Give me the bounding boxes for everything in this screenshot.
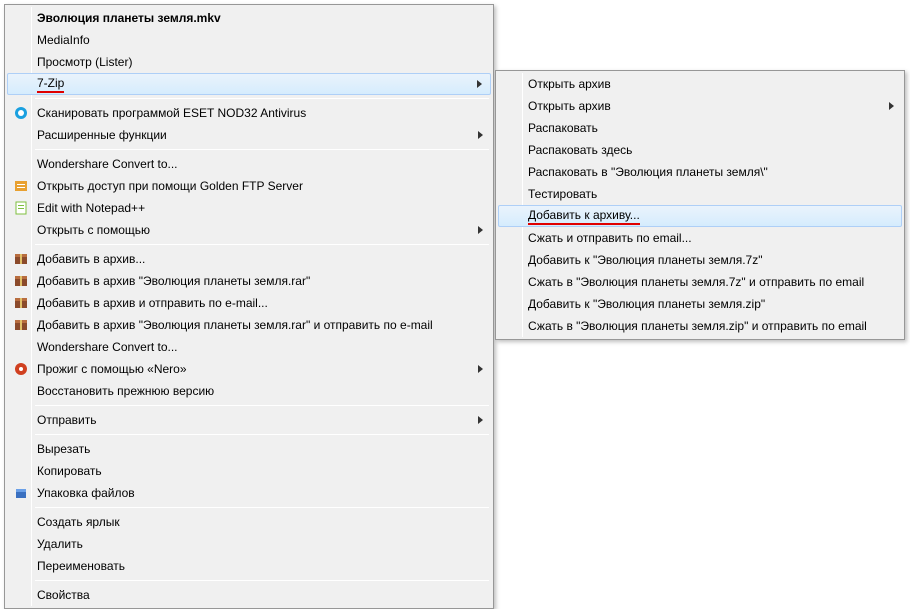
menu-item-label: 7-Zip	[37, 76, 64, 93]
winrar-icon	[13, 251, 29, 267]
submenu-arrow-icon	[478, 226, 483, 234]
menu-item-label: Восстановить прежнюю версию	[37, 384, 214, 398]
menu-item-eset-scan[interactable]: Сканировать программой ESET NOD32 Antivi…	[7, 102, 491, 124]
menu-item-label: Открыть с помощью	[37, 223, 150, 237]
menu-item-label: Свойства	[37, 588, 90, 602]
menu-item-label: Прожиг с помощью «Nero»	[37, 362, 187, 376]
menu-item-wondershare-2[interactable]: Wondershare Convert to...	[7, 336, 491, 358]
submenu-add-zip[interactable]: Добавить к "Эволюция планеты земля.zip"	[498, 293, 902, 315]
notepad-icon	[13, 200, 29, 216]
submenu-add-7z[interactable]: Добавить к "Эволюция планеты земля.7z"	[498, 249, 902, 271]
menu-item-label: Распаковать в "Эволюция планеты земля\"	[528, 165, 768, 179]
menu-item-label: MediaInfo	[37, 33, 90, 47]
submenu-arrow-icon	[889, 102, 894, 110]
submenu-add-to-archive[interactable]: Добавить к архиву...	[498, 205, 902, 227]
submenu-extract-here[interactable]: Распаковать здесь	[498, 139, 902, 161]
menu-separator	[35, 149, 489, 150]
menu-item-golden-ftp[interactable]: Открыть доступ при помощи Golden FTP Ser…	[7, 175, 491, 197]
menu-item-7zip[interactable]: 7-Zip	[7, 73, 491, 95]
menu-item-label: Открыть архив	[528, 77, 611, 91]
menu-item-label: Вырезать	[37, 442, 90, 456]
menu-item-nero[interactable]: Прожиг с помощью «Nero»	[7, 358, 491, 380]
menu-item-lister[interactable]: Просмотр (Lister)	[7, 51, 491, 73]
pack-icon	[13, 485, 29, 501]
menu-separator	[35, 434, 489, 435]
menu-item-add-archive[interactable]: Добавить в архив...	[7, 248, 491, 270]
menu-separator	[35, 507, 489, 508]
menu-item-restore-version[interactable]: Восстановить прежнюю версию	[7, 380, 491, 402]
menu-item-label: Сжать и отправить по email...	[528, 231, 692, 245]
submenu-compress-email[interactable]: Сжать и отправить по email...	[498, 227, 902, 249]
ftp-icon	[13, 178, 29, 194]
menu-item-add-archive-rar-email[interactable]: Добавить в архив "Эволюция планеты земля…	[7, 314, 491, 336]
menu-item-cut[interactable]: Вырезать	[7, 438, 491, 460]
submenu-arrow-icon	[478, 416, 483, 424]
menu-item-label: Открыть архив	[528, 99, 611, 113]
submenu-open-archive-as[interactable]: Открыть архив	[498, 95, 902, 117]
menu-title[interactable]: Эволюция планеты земля.mkv	[7, 7, 491, 29]
menu-item-label: Добавить в архив...	[37, 252, 145, 266]
menu-item-label: Добавить в архив "Эволюция планеты земля…	[37, 274, 310, 288]
menu-item-label: Сканировать программой ESET NOD32 Antivi…	[37, 106, 306, 120]
menu-item-label: Распаковать	[528, 121, 598, 135]
nero-icon	[13, 361, 29, 377]
menu-separator	[35, 405, 489, 406]
winrar-icon	[13, 273, 29, 289]
menu-item-label: Расширенные функции	[37, 128, 167, 142]
submenu-arrow-icon	[478, 131, 483, 139]
menu-item-notepadpp[interactable]: Edit with Notepad++	[7, 197, 491, 219]
menu-item-label: Добавить к "Эволюция планеты земля.7z"	[528, 253, 763, 267]
menu-title-label: Эволюция планеты земля.mkv	[37, 11, 221, 25]
menu-item-rename[interactable]: Переименовать	[7, 555, 491, 577]
submenu-extract[interactable]: Распаковать	[498, 117, 902, 139]
winrar-icon	[13, 317, 29, 333]
submenu-arrow-icon	[477, 80, 482, 88]
menu-item-create-shortcut[interactable]: Создать ярлык	[7, 511, 491, 533]
submenu-extract-to-folder[interactable]: Распаковать в "Эволюция планеты земля\"	[498, 161, 902, 183]
submenu-arrow-icon	[478, 365, 483, 373]
menu-item-wondershare-1[interactable]: Wondershare Convert to...	[7, 153, 491, 175]
submenu-open-archive[interactable]: Открыть архив	[498, 73, 902, 95]
menu-item-label: Сжать в "Эволюция планеты земля.7z" и от…	[528, 275, 864, 289]
menu-item-label: Wondershare Convert to...	[37, 157, 178, 171]
menu-item-delete[interactable]: Удалить	[7, 533, 491, 555]
menu-item-label: Добавить в архив "Эволюция планеты земля…	[37, 318, 433, 332]
submenu-compress-zip-email[interactable]: Сжать в "Эволюция планеты земля.zip" и о…	[498, 315, 902, 337]
submenu-compress-7z-email[interactable]: Сжать в "Эволюция планеты земля.7z" и от…	[498, 271, 902, 293]
menu-item-add-archive-rar[interactable]: Добавить в архив "Эволюция планеты земля…	[7, 270, 491, 292]
context-menu-main: Эволюция планеты земля.mkv MediaInfo Про…	[4, 4, 494, 609]
menu-separator	[35, 244, 489, 245]
winrar-icon	[13, 295, 29, 311]
menu-item-label: Отправить	[37, 413, 97, 427]
menu-item-label: Edit with Notepad++	[37, 201, 145, 215]
menu-item-send-to[interactable]: Отправить	[7, 409, 491, 431]
menu-item-label: Переименовать	[37, 559, 125, 573]
menu-item-add-archive-email[interactable]: Добавить в архив и отправить по e-mail..…	[7, 292, 491, 314]
menu-item-label: Добавить в архив и отправить по e-mail..…	[37, 296, 268, 310]
menu-item-label: Распаковать здесь	[528, 143, 632, 157]
menu-item-pack-files[interactable]: Упаковка файлов	[7, 482, 491, 504]
menu-item-label: Просмотр (Lister)	[37, 55, 132, 69]
menu-item-label: Удалить	[37, 537, 83, 551]
menu-separator	[35, 580, 489, 581]
menu-item-label: Открыть доступ при помощи Golden FTP Ser…	[37, 179, 303, 193]
submenu-test[interactable]: Тестировать	[498, 183, 902, 205]
menu-item-label: Добавить к "Эволюция планеты земля.zip"	[528, 297, 765, 311]
menu-item-label: Добавить к архиву...	[528, 208, 640, 225]
menu-item-label: Упаковка файлов	[37, 486, 135, 500]
menu-item-label: Копировать	[37, 464, 102, 478]
menu-item-open-with[interactable]: Открыть с помощью	[7, 219, 491, 241]
menu-item-label: Сжать в "Эволюция планеты земля.zip" и о…	[528, 319, 867, 333]
menu-item-label: Wondershare Convert to...	[37, 340, 178, 354]
menu-item-properties[interactable]: Свойства	[7, 584, 491, 606]
menu-separator	[35, 98, 489, 99]
context-menu-7zip: Открыть архив Открыть архив Распаковать …	[495, 70, 905, 340]
menu-item-copy[interactable]: Копировать	[7, 460, 491, 482]
menu-item-advanced[interactable]: Расширенные функции	[7, 124, 491, 146]
menu-item-label: Создать ярлык	[37, 515, 120, 529]
menu-item-mediainfo[interactable]: MediaInfo	[7, 29, 491, 51]
eset-icon	[13, 105, 29, 121]
menu-item-label: Тестировать	[528, 187, 597, 201]
